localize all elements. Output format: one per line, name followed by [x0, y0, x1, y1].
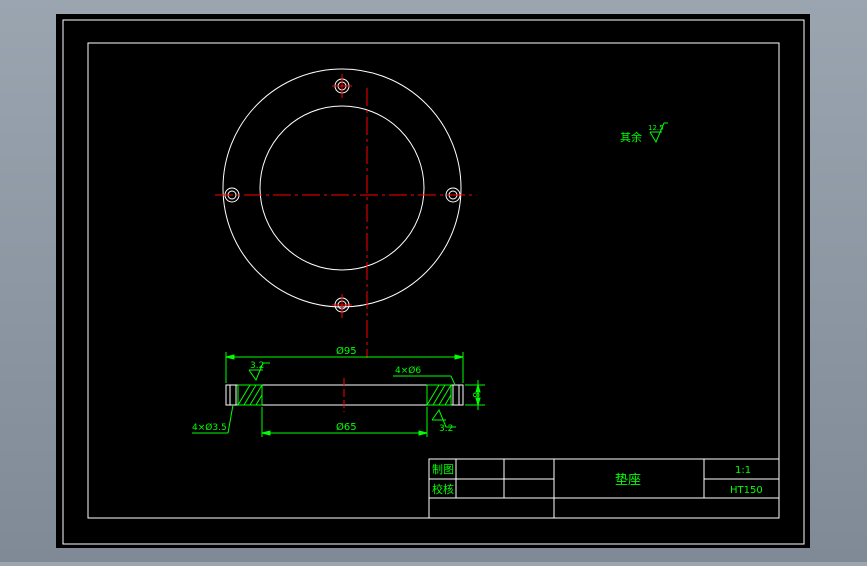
drawing-canvas: Ø95 Ø65 4×Ø6 4×Ø3.5 8 3.2 3.2 其余 12.5 制图… [56, 14, 810, 548]
dim-inner-diameter: Ø65 [336, 421, 357, 433]
dim-outer-diameter: Ø95 [336, 345, 357, 357]
dim-thickness: 8 [470, 392, 480, 398]
title-scale: 1:1 [735, 465, 751, 476]
roughness-note-text: 其余 [620, 130, 642, 144]
roughness-top-value: 3.2 [250, 361, 264, 371]
title-part-name: 垫座 [615, 472, 641, 488]
dim-holes: 4×Ø3.5 [192, 422, 227, 433]
title-material: HT150 [730, 485, 763, 496]
title-checked-label: 校核 [432, 482, 454, 496]
dim-counterbore: 4×Ø6 [395, 365, 421, 376]
roughness-bottom-value: 3.2 [439, 424, 453, 434]
roughness-note-value: 12.5 [648, 124, 664, 132]
title-drawn-label: 制图 [432, 463, 454, 476]
cad-viewport[interactable]: Ø95 Ø65 4×Ø6 4×Ø3.5 8 3.2 3.2 其余 12.5 制图… [0, 0, 867, 562]
